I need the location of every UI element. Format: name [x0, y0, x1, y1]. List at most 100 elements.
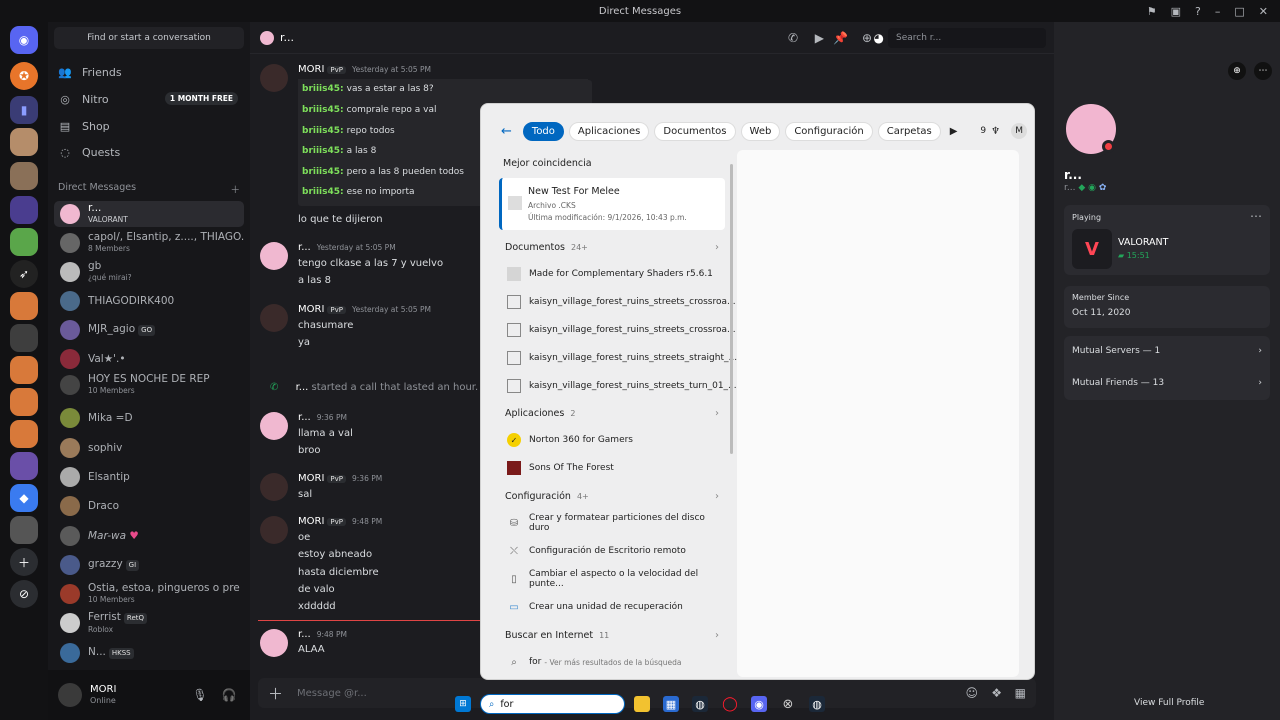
avatar[interactable]: [260, 242, 288, 270]
apps-header[interactable]: Aplicaciones 2 ›: [505, 408, 719, 419]
nav-nitro[interactable]: ◎ Nitro 1 MONTH FREE: [58, 87, 244, 111]
dm-item[interactable]: HOY ES NOCHE DE REP 10 Members: [54, 372, 244, 398]
settings-item[interactable]: ▭ Crear una unidad de recuperación: [499, 595, 723, 619]
dm-item[interactable]: THIAGODIRK400: [54, 288, 244, 314]
inbox-flag-icon[interactable]: ⚑: [1147, 5, 1157, 18]
add-friends-icon[interactable]: ⊕: [862, 31, 872, 45]
steam-icon[interactable]: ◍: [692, 696, 708, 712]
tab-aplicaciones[interactable]: Aplicaciones: [568, 121, 650, 141]
server-icon[interactable]: [10, 516, 38, 544]
avatar[interactable]: [260, 412, 288, 440]
dm-item[interactable]: Ferrist RetQ Roblox: [54, 610, 244, 636]
xbox-icon[interactable]: ⊗: [780, 696, 796, 712]
dm-item[interactable]: Draco: [54, 493, 244, 519]
message-author[interactable]: r...: [298, 242, 311, 253]
screen-icon[interactable]: ▣: [1171, 5, 1181, 18]
emoji-icon[interactable]: ☺: [965, 686, 978, 700]
server-icon[interactable]: [10, 162, 38, 190]
tab-carpetas[interactable]: Carpetas: [877, 121, 941, 141]
document-item[interactable]: kaisyn_village_forest_ruins_streets_cros…: [499, 290, 736, 314]
close-icon[interactable]: ✕: [1259, 5, 1268, 18]
rocket-icon[interactable]: ➶: [10, 260, 38, 288]
message-author[interactable]: MORI: [298, 516, 324, 527]
avatar[interactable]: [260, 304, 288, 332]
apps-icon[interactable]: ❖: [991, 686, 1002, 700]
dm-item[interactable]: r... VALORANT: [54, 201, 244, 227]
account-avatar[interactable]: M: [1011, 123, 1028, 139]
roblox-server-icon[interactable]: ◆: [10, 484, 38, 512]
avatar[interactable]: [260, 64, 288, 92]
view-full-profile-link[interactable]: View Full Profile: [1134, 698, 1204, 708]
server-icon[interactable]: [10, 356, 38, 384]
tab-documentos[interactable]: Documentos: [654, 121, 736, 141]
server-icon[interactable]: [10, 292, 38, 320]
add-server-icon[interactable]: ＋: [10, 548, 38, 576]
message-author[interactable]: MORI: [298, 304, 324, 315]
user-profile-icon[interactable]: ◕: [874, 31, 884, 45]
settings-item[interactable]: ⛁ Crear y formatear particiones del disco…: [499, 511, 723, 535]
discord-taskbar-icon[interactable]: ◉: [751, 696, 767, 712]
pin-icon[interactable]: 📌: [833, 31, 848, 45]
dm-item[interactable]: sophiv: [54, 435, 244, 461]
documents-header[interactable]: Documentos 24+ ›: [505, 242, 719, 253]
server-icon[interactable]: [10, 388, 38, 416]
dm-item[interactable]: Mika =D: [54, 405, 244, 431]
user-avatar[interactable]: [58, 683, 82, 707]
tab-web[interactable]: Web: [740, 121, 781, 141]
best-match-item[interactable]: New Test For Melee Archivo .CKS Última m…: [499, 178, 725, 230]
taskbar-search-input[interactable]: ⌕ for: [480, 694, 625, 714]
document-item[interactable]: kaisyn_village_forest_ruins_streets_turn…: [499, 374, 737, 398]
web-search-item[interactable]: ⌕ for - Ver más resultados de la búsqueda: [499, 650, 723, 674]
play-more-icon[interactable]: ▶: [950, 126, 958, 137]
mic-icon[interactable]: 🎙: [192, 688, 207, 702]
settings-item[interactable]: ▯ Cambiar el aspecto o la velocidad del p…: [499, 567, 723, 591]
more-options-icon[interactable]: ⋯: [1254, 62, 1272, 80]
steam-icon[interactable]: ◍: [809, 696, 825, 712]
web-search-header[interactable]: Buscar en Internet 11 ›: [505, 630, 719, 641]
server-icon[interactable]: [10, 228, 38, 256]
channel-search-input[interactable]: Search r...: [888, 28, 1046, 48]
app-item[interactable]: Sons Of The Forest: [499, 456, 723, 480]
rewards-count[interactable]: 9: [980, 126, 986, 136]
dm-item[interactable]: MJR_agio GO: [54, 317, 244, 343]
discord-home-icon[interactable]: ◉: [10, 26, 38, 54]
nav-shop[interactable]: ▤ Shop: [58, 114, 110, 138]
headphones-icon[interactable]: 🎧: [222, 688, 237, 702]
avatar[interactable]: [260, 629, 288, 657]
message-author[interactable]: MORI: [298, 64, 324, 75]
server-icon[interactable]: [10, 196, 38, 224]
server-folder-icon[interactable]: ▮: [10, 96, 38, 124]
tab-todo[interactable]: Todo: [522, 121, 564, 141]
message-author[interactable]: MORI: [298, 473, 324, 484]
server-icon[interactable]: [10, 128, 38, 156]
dm-item[interactable]: grazzy GI: [54, 552, 244, 578]
avatar[interactable]: [260, 516, 288, 544]
dm-item[interactable]: Val★'.•: [54, 346, 244, 372]
message-author[interactable]: r...: [298, 412, 311, 423]
settings-item[interactable]: ⤬ Configuración de Escritorio remoto: [499, 539, 723, 563]
results-scrollbar[interactable]: [730, 164, 733, 454]
back-arrow-icon[interactable]: ←: [501, 124, 512, 139]
message-author[interactable]: r...: [298, 629, 311, 640]
dm-item[interactable]: Ostia, estoa, pingueros o pre ... 10 Memb…: [54, 581, 244, 607]
file-explorer-icon[interactable]: [634, 696, 650, 712]
tab-configuracion[interactable]: Configuración: [785, 121, 873, 141]
server-icon[interactable]: [10, 420, 38, 448]
store-icon[interactable]: ▦: [663, 696, 679, 712]
call-author[interactable]: r...: [296, 382, 309, 393]
windows-start-icon[interactable]: ⊞: [455, 696, 471, 712]
mutual-friends-row[interactable]: Mutual Friends — 13 ›: [1072, 378, 1262, 388]
voice-call-icon[interactable]: ✆: [788, 31, 798, 45]
opera-icon[interactable]: ◯: [722, 696, 738, 712]
avatar[interactable]: [260, 473, 288, 501]
dm-item[interactable]: capol/, Elsantip, z...., THIAGO... 8 Memb…: [54, 230, 244, 256]
dm-item[interactable]: Elsantip: [54, 464, 244, 490]
add-friend-icon[interactable]: ⊕: [1228, 62, 1246, 80]
server-icon[interactable]: [10, 324, 38, 352]
nav-quests[interactable]: ◌ Quests: [58, 140, 120, 164]
nav-friends[interactable]: 👥 Friends: [58, 60, 121, 84]
activity-more-icon[interactable]: ⋯: [1250, 209, 1262, 223]
settings-header[interactable]: Configuración 4+ ›: [505, 491, 719, 502]
server-icon[interactable]: ✪: [10, 62, 38, 90]
app-item[interactable]: ✓ Norton 360 for Gamers: [499, 428, 723, 452]
